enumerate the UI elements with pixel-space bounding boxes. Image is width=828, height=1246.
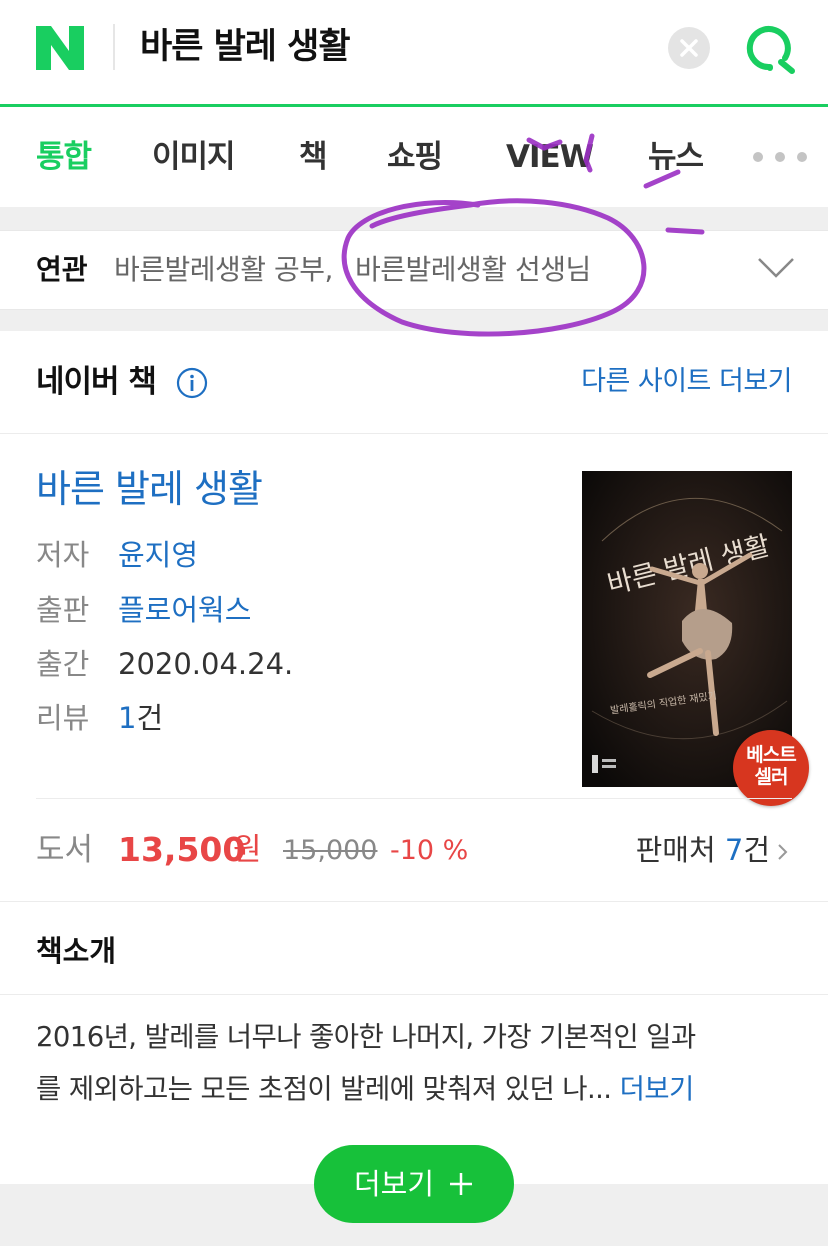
review-count: 1: [118, 701, 137, 735]
related-item-study[interactable]: 바른발레생활 공부,: [114, 251, 333, 289]
search-icon[interactable]: [742, 22, 796, 76]
search-tab-bar: 통합 이미지 책 쇼핑 VIEW 뉴스: [0, 107, 828, 207]
intro-line: 2016년, 발레를 너무나 좋아한 나머지, 가장 기본적인 일과: [36, 1021, 696, 1053]
naver-logo[interactable]: [36, 26, 84, 70]
bestseller-badge: 베스트 셀러: [733, 730, 809, 806]
book-intro-title: 책소개: [36, 934, 117, 968]
book-title-link[interactable]: 바른 발레 생활: [36, 464, 263, 514]
more-button-label: 더보기: [353, 1167, 435, 1201]
chevron-right-icon: [778, 844, 788, 860]
section-gap: [0, 310, 828, 331]
discount-rate: -10 %: [390, 835, 469, 866]
author-label: 저자: [36, 538, 90, 572]
intro-more-link[interactable]: 더보기: [620, 1073, 695, 1105]
related-searches: 연관 바른발레생활 공부, 바른발레생활 선생님: [0, 230, 828, 310]
badge-line1: 베스트: [746, 744, 796, 766]
badge-line2: 셀러: [754, 766, 789, 788]
sellers-link[interactable]: 판매처 7건: [636, 829, 792, 871]
price-label: 도서: [36, 832, 94, 868]
original-price: 15,000: [283, 835, 378, 866]
price-unit: 원: [233, 832, 262, 868]
tab-integrated[interactable]: 통합: [36, 137, 92, 177]
price-row: 도서 13,500 원 15,000 -10 % 판매처 7건: [36, 829, 792, 871]
close-icon: [680, 39, 698, 57]
card-header: 네이버 책 다른 사이트 더보기: [0, 331, 828, 434]
author-link[interactable]: 윤지영: [118, 535, 198, 575]
publisher-label: 출판: [36, 593, 90, 627]
tab-images[interactable]: 이미지: [152, 137, 236, 177]
publish-date: 2020.04.24.: [118, 647, 294, 681]
review-unit: 건: [136, 701, 164, 735]
tab-news[interactable]: 뉴스: [648, 137, 704, 177]
search-header: 바른 발레 생활: [0, 0, 828, 106]
more-results-button[interactable]: 더보기: [314, 1145, 514, 1223]
tab-books[interactable]: 책: [299, 137, 328, 177]
review-label: 리뷰: [36, 701, 90, 735]
publish-date-label: 출간: [36, 647, 90, 681]
sellers-label: 판매처: [635, 833, 716, 867]
related-item-teacher[interactable]: 바른발레생활 선생님: [355, 251, 591, 289]
tab-view[interactable]: VIEW: [506, 137, 594, 177]
sellers-count: 7: [724, 833, 744, 867]
intro-line: 를 제외하고는 모든 초점이 발레에 맞춰져 있던 나...: [36, 1073, 612, 1105]
section-gap: [0, 207, 828, 230]
related-label: 연관: [36, 253, 88, 286]
sale-price: 13,500: [118, 830, 246, 869]
info-icon[interactable]: [176, 367, 208, 399]
other-sites-link[interactable]: 다른 사이트 더보기: [581, 364, 792, 400]
review-count-link[interactable]: 1건: [118, 698, 163, 738]
header-divider: [113, 24, 115, 70]
divider: [0, 994, 828, 995]
plus-icon: [450, 1173, 473, 1195]
more-tabs-icon[interactable]: [752, 151, 808, 163]
book-intro-text: 2016년, 발레를 너무나 좋아한 나머지, 가장 기본적인 일과 를 제외하…: [36, 1011, 796, 1115]
divider: [0, 901, 828, 902]
search-query-input[interactable]: 바른 발레 생활: [140, 24, 351, 70]
naver-book-card: 네이버 책 다른 사이트 더보기 바른 발레 생활 저자 윤지영 출판 플로어웍…: [0, 331, 828, 1184]
sellers-unit: 건: [743, 833, 770, 867]
divider: [36, 798, 792, 799]
clear-search-button[interactable]: [668, 27, 710, 69]
publisher-link[interactable]: 플로어웍스: [118, 590, 251, 630]
chevron-down-icon[interactable]: [756, 253, 796, 283]
section-title: 네이버 책: [36, 364, 157, 400]
tab-shopping[interactable]: 쇼핑: [387, 137, 443, 177]
